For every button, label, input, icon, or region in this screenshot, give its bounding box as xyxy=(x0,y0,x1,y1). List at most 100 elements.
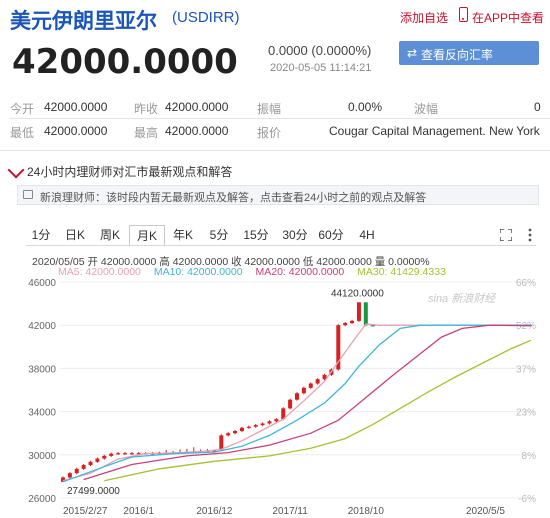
advisor-heading[interactable]: 24小时内理财师对汇市最新观点和解答 xyxy=(27,163,232,180)
advisor-note-text: 新浪理财师：该时段内暂无最新观点及解答，点击查看24小时之前的观点及解答 xyxy=(40,192,427,204)
prev-close-label: 昨收 xyxy=(134,102,159,116)
wave-label: 波幅 xyxy=(414,102,439,116)
open-value: 42000.0000 xyxy=(44,100,108,114)
ma-line-ma20 xyxy=(83,324,532,481)
candle[interactable] xyxy=(246,426,251,428)
low-value: 42000.0000 xyxy=(44,124,108,138)
candle[interactable] xyxy=(363,302,368,326)
candle[interactable] xyxy=(116,453,121,455)
page-title: 美元伊朗里亚尔 xyxy=(10,9,157,33)
tab-0[interactable]: 1分 xyxy=(26,225,56,245)
candle[interactable] xyxy=(67,473,72,478)
tab-divider xyxy=(26,245,536,246)
tab-3[interactable]: 月K xyxy=(129,225,165,247)
chevron-icon xyxy=(7,161,25,179)
max-price-label: 44120.0000 xyxy=(331,288,384,299)
tab-5[interactable]: 5分 xyxy=(204,225,234,245)
candle[interactable] xyxy=(122,453,127,455)
reverse-rate-button[interactable]: ⇄ 查看反向汇率 IRRUSD xyxy=(399,41,539,77)
tab-7[interactable]: 30分 xyxy=(277,225,313,245)
candle[interactable] xyxy=(288,399,293,409)
header: 美元伊朗里亚尔 (USDIRR) 添加自选 在APP中查看 xyxy=(0,0,550,34)
y-tick-label: 38000 xyxy=(28,364,56,375)
min-price-label: 27499.0000 xyxy=(67,486,120,497)
candle[interactable] xyxy=(219,435,224,451)
candle[interactable] xyxy=(308,383,313,388)
candle[interactable] xyxy=(109,453,114,456)
tab-9[interactable]: 4H xyxy=(349,225,385,245)
candle[interactable] xyxy=(226,433,231,436)
candle[interactable] xyxy=(239,427,244,432)
tab-6[interactable]: 15分 xyxy=(238,225,274,245)
candle[interactable] xyxy=(315,379,320,384)
candlestick-chart[interactable]: 46000 66% 42000 52% 38000 37% 34000 23% 30000 8% 2… xyxy=(0,276,550,518)
candle[interactable] xyxy=(274,419,279,422)
symbol-code: (USDIRR) xyxy=(172,9,240,26)
stats-row: 今开 42000.0000 昨收 42000.0000 振幅 0.00% 波幅 … xyxy=(10,96,550,119)
more-icon[interactable] xyxy=(527,228,533,242)
x-tick-label: 2016/1 xyxy=(123,506,154,517)
pct-tick-label: 8% xyxy=(522,451,537,462)
tab-1[interactable]: 日K xyxy=(59,225,91,245)
candle[interactable] xyxy=(260,423,265,426)
y-tick-label: 30000 xyxy=(28,451,56,462)
pct-tick-label: 66% xyxy=(516,278,536,289)
amplitude-value: 0.00% xyxy=(348,100,383,114)
y-tick-label: 26000 xyxy=(28,494,56,505)
pct-tick-label: 23% xyxy=(516,408,536,419)
high-label: 最高 xyxy=(134,126,159,140)
y-tick-label: 34000 xyxy=(28,408,56,419)
x-tick-label: 2016/12 xyxy=(196,506,233,517)
low-label: 最低 xyxy=(10,126,35,140)
add-favorite-link[interactable]: 添加自选 xyxy=(400,9,448,26)
phone-icon[interactable] xyxy=(459,7,468,22)
open-label: 今开 xyxy=(10,102,35,116)
watermark: sina 新浪财经 xyxy=(428,292,496,305)
view-in-app-link[interactable]: 在APP中查看 xyxy=(472,9,544,26)
candle[interactable] xyxy=(233,431,238,434)
y-tick-label: 42000 xyxy=(28,321,56,332)
pct-tick-label: 52% xyxy=(516,321,536,332)
report-label: 报价 xyxy=(257,126,282,140)
fullscreen-icon[interactable] xyxy=(500,229,512,241)
price-change: 0.0000 (0.0000%) xyxy=(268,43,372,58)
stats-table: 今开 42000.0000 昨收 42000.0000 振幅 0.00% 波幅 … xyxy=(10,96,550,148)
pct-tick-label: 37% xyxy=(516,364,536,375)
x-tick-label: 2020/5/5 xyxy=(466,506,505,517)
reverse-rate-label: 查看反向汇率 IRRUSD xyxy=(421,48,494,77)
ma-line-ma10 xyxy=(62,324,531,483)
candle[interactable] xyxy=(81,465,86,469)
stats-row: 最低 42000.0000 最高 42000.0000 报价 Cougar Ca… xyxy=(10,120,550,142)
candle[interactable] xyxy=(356,302,361,321)
timestamp: 2020-05-05 11:14:21 xyxy=(270,62,372,74)
y-tick-label: 46000 xyxy=(28,278,56,289)
wave-value: 0 xyxy=(534,100,541,114)
candle[interactable] xyxy=(129,453,134,455)
swap-icon: ⇄ xyxy=(407,46,418,60)
candle[interactable] xyxy=(95,458,100,462)
candle[interactable] xyxy=(350,320,355,324)
prev-close-value: 42000.0000 xyxy=(165,100,229,114)
candle[interactable] xyxy=(88,461,93,466)
candle[interactable] xyxy=(253,425,258,427)
tab-4[interactable]: 年K xyxy=(166,225,200,245)
candle[interactable] xyxy=(102,455,107,459)
tab-8[interactable]: 60分 xyxy=(316,225,346,245)
divider xyxy=(0,150,550,151)
x-tick-label: 2015/2/27 xyxy=(63,506,108,517)
x-tick-label: 2018/10 xyxy=(348,506,385,517)
candle[interactable] xyxy=(74,468,79,474)
pct-tick-label: -6% xyxy=(518,494,536,505)
ma-line-ma30 xyxy=(104,339,532,482)
candle[interactable] xyxy=(295,393,299,400)
current-price: 42000.0000 xyxy=(12,42,238,82)
high-value: 42000.0000 xyxy=(165,124,229,138)
advisor-note[interactable]: 新浪理财师：该时段内暂无最新观点及解答，点击查看24小时之前的观点及解答 xyxy=(17,185,539,205)
candle[interactable] xyxy=(267,421,272,424)
report-value: Cougar Capital Management. New York xyxy=(329,124,540,138)
x-tick-label: 2017/11 xyxy=(272,506,308,517)
tab-2[interactable]: 周K xyxy=(93,225,127,245)
message-icon xyxy=(23,190,33,199)
candle[interactable] xyxy=(343,323,348,326)
candle[interactable] xyxy=(301,387,306,394)
